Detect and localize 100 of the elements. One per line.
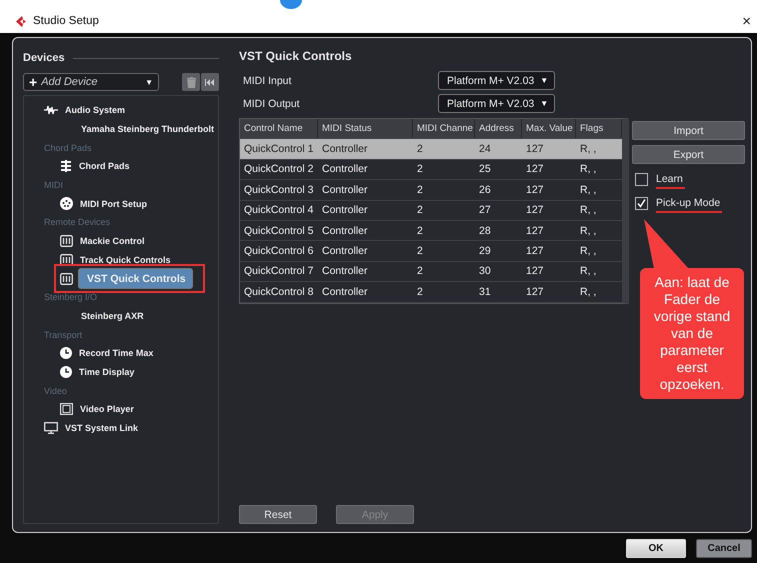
table-cell-text: 127	[525, 204, 545, 216]
table-cell-text: QuickControl 1	[243, 143, 314, 156]
keyboard-icon	[60, 254, 73, 266]
dialog-button[interactable]: OK	[626, 538, 686, 558]
table-cell-text: R, ,	[579, 184, 598, 196]
table-cell-text: 2	[416, 265, 424, 278]
window-title: Studio Setup	[33, 15, 100, 27]
table-cell-text: Controller	[321, 224, 369, 237]
table-cell-text: Controller	[321, 286, 369, 298]
table-cell-text: R, ,	[579, 286, 598, 298]
device-item[interactable]: Record Time Max	[77, 347, 156, 360]
checkbox[interactable]	[635, 172, 648, 186]
table-cell-text: QuickControl 8	[243, 286, 314, 298]
table-cell-text: 127	[525, 286, 545, 298]
table-cell-text: 127	[525, 143, 545, 156]
device-item[interactable]: Mackie Control	[78, 235, 147, 248]
table-cell-text: 2	[416, 143, 424, 156]
table-cell-text: 127	[525, 224, 545, 237]
callout-pointer	[644, 219, 689, 269]
table-row[interactable]: QuickControl 8 Controller 2 31 127 R, ,	[240, 282, 622, 303]
device-item[interactable]: Audio System	[63, 104, 128, 116]
table-cell-text: Controller	[321, 245, 369, 258]
action-button[interactable]: Import	[632, 121, 745, 140]
table-cell-text: 25	[478, 163, 492, 176]
device-item[interactable]: VST System Link	[63, 422, 140, 434]
table-cell-text: 30	[478, 265, 492, 278]
monitor-icon	[44, 422, 58, 434]
table-cell-text: 127	[525, 184, 545, 196]
table-row[interactable]: QuickControl 7 Controller 2 30 127 R, ,	[240, 262, 622, 282]
table-cell-text: R, ,	[579, 163, 598, 176]
device-item[interactable]: Track Quick Controls	[78, 254, 173, 266]
device-item[interactable]: Time Display	[77, 366, 136, 378]
table-row[interactable]: QuickControl 4 Controller 2 27 127 R, ,	[240, 200, 622, 221]
delete-button[interactable]	[182, 73, 200, 91]
table-row[interactable]: QuickControl 1 Controller 2 24 127 R, ,	[240, 139, 622, 160]
checkmark-icon	[637, 198, 646, 208]
table-cell-text: Controller	[321, 265, 369, 278]
clock-icon	[60, 347, 72, 360]
port-label: MIDI Input	[242, 74, 292, 86]
keyboard-icon	[60, 272, 73, 285]
midi-plug-icon	[60, 197, 73, 210]
port-dropdown[interactable]: Platform M+ V2.03 ▼	[438, 71, 556, 90]
table-cell-text: 24	[478, 143, 492, 156]
action-button[interactable]: Export	[632, 145, 745, 164]
table-cell-text: QuickControl 3	[243, 184, 314, 196]
table-cell-text: R, ,	[579, 143, 598, 156]
dialog-button[interactable]: Cancel	[696, 538, 752, 558]
table-cell-text: 2	[416, 286, 424, 298]
category-label: Chord Pads	[44, 142, 93, 155]
column-header[interactable]: Address	[475, 119, 522, 138]
category-label: Transport	[44, 328, 84, 342]
sliders-icon	[60, 160, 72, 172]
checkbox-label: Pick-up Mode	[656, 197, 720, 209]
table-row[interactable]: QuickControl 6 Controller 2 29 127 R, ,	[240, 241, 622, 262]
table-cell-text: 28	[478, 224, 492, 237]
clock-icon	[60, 366, 72, 378]
table-cell-text: QuickControl 5	[243, 224, 314, 237]
action-button[interactable]: Reset	[239, 505, 317, 524]
table-row[interactable]: QuickControl 3 Controller 2 26 127 R, ,	[240, 180, 622, 201]
film-icon	[60, 403, 73, 416]
table-cell-text: R, ,	[579, 204, 598, 216]
checkbox-label: Learn	[656, 173, 683, 185]
table-row[interactable]: QuickControl 5 Controller 2 28 127 R, ,	[240, 220, 622, 242]
port-label: MIDI Output	[242, 98, 301, 110]
column-header[interactable]: MIDI Status	[318, 119, 413, 138]
table-cell-text: QuickControl 2	[243, 163, 314, 176]
table-cell-text: 2	[416, 224, 424, 237]
close-button[interactable]: ×	[742, 12, 757, 30]
column-header[interactable]: MIDI Channe	[413, 119, 475, 138]
section-title: Devices	[23, 52, 65, 64]
device-item[interactable]: Steinberg AXR	[79, 310, 146, 322]
table-cell-text: 2	[416, 184, 424, 196]
table-cell-text: 26	[478, 184, 492, 196]
reset-device-button[interactable]	[201, 73, 219, 91]
device-item[interactable]: MIDI Port Setup	[78, 198, 149, 210]
category-label: Remote Devices	[44, 216, 112, 230]
column-header[interactable]: Flags	[576, 119, 622, 138]
table-row[interactable]: QuickControl 2 Controller 2 25 127 R, ,	[240, 160, 622, 180]
table-cell-text: Controller	[321, 184, 369, 196]
annotation-callout: Aan: laat de Fader de vorige stand van de parameter eerst opzoeken.	[640, 268, 744, 399]
category-label: MIDI	[44, 179, 64, 192]
port-dropdown[interactable]: Platform M+ V2.03 ▼	[438, 94, 556, 113]
device-item[interactable]: Chord Pads	[77, 160, 132, 172]
table-cell-text: 31	[478, 286, 492, 298]
table-cell-text: QuickControl 7	[243, 265, 314, 278]
column-header[interactable]: Control Name	[240, 119, 318, 138]
table-cell-text: QuickControl 4	[243, 204, 314, 216]
device-item[interactable]: Video Player	[78, 403, 136, 416]
app-logo-icon	[16, 16, 27, 26]
add-device-dropdown[interactable]: + Add Device ▼	[23, 73, 159, 91]
column-header[interactable]: Max. Value	[522, 119, 576, 138]
table-cell-text: R, ,	[579, 224, 598, 237]
table-cell-text: Controller	[321, 204, 369, 216]
skip-back-icon	[205, 78, 215, 86]
table-cell-text: Controller	[321, 143, 369, 156]
table-cell-text: QuickControl 6	[243, 245, 314, 258]
checkbox[interactable]	[635, 196, 648, 210]
table-cell-text: Controller	[321, 163, 369, 176]
device-item[interactable]: Yamaha Steinberg Thunderbolt	[79, 123, 216, 136]
table-cell-text: 2	[416, 245, 424, 258]
